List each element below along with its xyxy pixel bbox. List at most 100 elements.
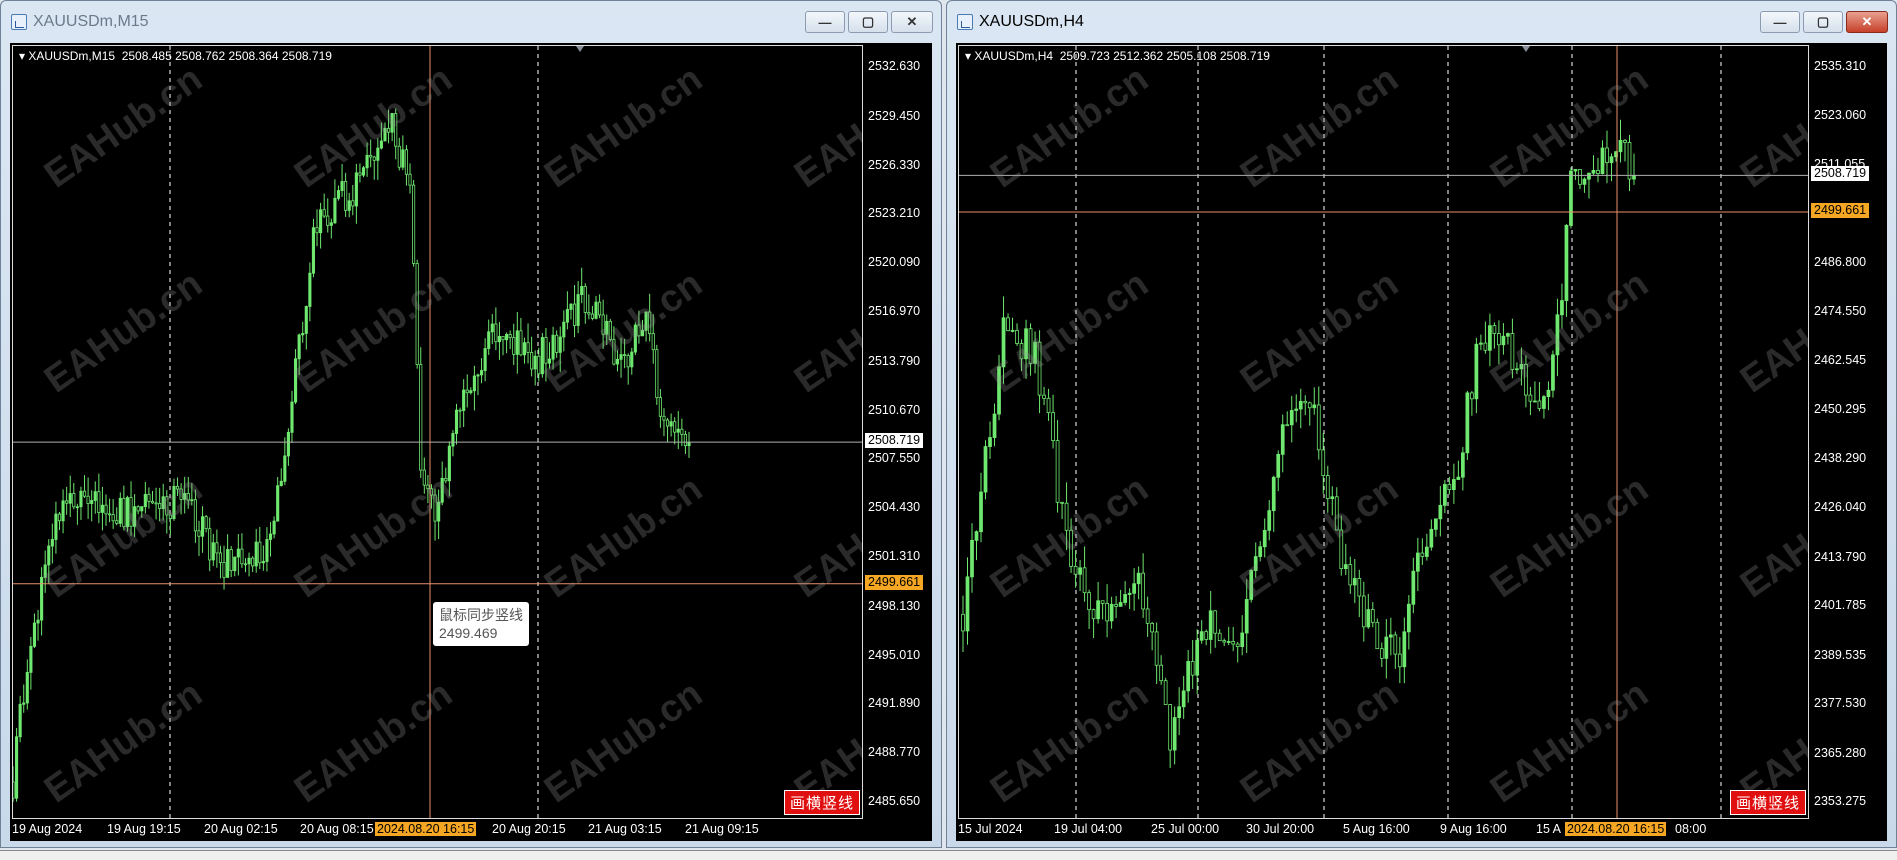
price-axis-label: 2474.550: [1814, 304, 1867, 319]
candle: [626, 355, 630, 368]
price-axis-label: 2389.535: [1814, 647, 1867, 662]
candle: [1226, 641, 1231, 643]
price-axis-label: 2523.210: [868, 206, 921, 221]
price-axis-label: 2520.090: [868, 255, 921, 270]
candle: [458, 409, 462, 412]
candle: [1352, 578, 1357, 586]
candle: [669, 421, 673, 427]
chart-area[interactable]: EAHub.cn EAHub.cn EAHub.cn EAHub.cn EAHub.cn…: [10, 43, 932, 841]
time-axis: 19 Aug 2024 19 Aug 19:15 20 Aug 02:15 20 Au…: [12, 822, 863, 840]
candle: [440, 477, 444, 503]
price-axis-label: 2353.275: [1814, 794, 1867, 808]
draw-lines-button[interactable]: 画横竖线: [1729, 790, 1806, 815]
candle: [386, 127, 391, 133]
candle: [36, 619, 40, 624]
candle: [1001, 317, 1006, 368]
chart-area[interactable]: EAHub.cn EAHub.cn EAHub.cn EAHub.cn EAHub.cn…: [956, 43, 1887, 841]
candle: [161, 496, 165, 509]
candle: [1096, 600, 1100, 620]
candle: [415, 262, 419, 366]
candle: [515, 330, 519, 355]
candle: [1240, 632, 1245, 648]
candle: [469, 390, 473, 394]
candle: [211, 542, 215, 561]
candle: [1028, 328, 1033, 364]
chart-plot[interactable]: EAHub.cn EAHub.cn EAHub.cn EAHub.cn EAHub.cn…: [12, 45, 863, 819]
candle: [419, 364, 423, 471]
candle: [143, 493, 147, 507]
candle: [279, 480, 283, 487]
close-button[interactable]: ✕: [891, 11, 933, 33]
candle: [304, 306, 308, 334]
candle: [1483, 342, 1488, 351]
candle: [1132, 583, 1136, 594]
candle: [154, 502, 158, 505]
candle: [1213, 610, 1218, 634]
candle: [1415, 552, 1420, 572]
candle: [1542, 396, 1546, 409]
candle: [1136, 572, 1141, 585]
candle: [544, 337, 548, 364]
candle: [476, 374, 480, 377]
candle: [311, 227, 316, 274]
price-axis-label: 2532.630: [868, 59, 921, 73]
candle: [551, 334, 555, 360]
candle: [1587, 172, 1591, 180]
candle: [104, 504, 108, 515]
candle: [673, 421, 677, 433]
candle: [61, 500, 65, 522]
candle: [172, 485, 176, 520]
minimize-button[interactable]: —: [805, 11, 845, 33]
price-axis-label: 2516.970: [868, 304, 921, 318]
candle: [351, 200, 355, 207]
candle: [1123, 594, 1127, 603]
chart-window-m15[interactable]: XAUUSDm,M15 — ▢ ✕ EAHub.cn EAHub.cn EAHub.…: [0, 0, 942, 848]
candle: [179, 488, 183, 500]
crosshair-time-label: 2024.08.20 16:15: [375, 822, 477, 836]
candle: [1082, 567, 1087, 594]
candle: [1384, 636, 1389, 659]
chart-window-h4[interactable]: XAUUSDm,H4 — ▢ ✕ EAHub.cn EAHub.cn EAHub.c…: [946, 0, 1897, 848]
candle: [261, 561, 265, 564]
candle: [125, 497, 130, 528]
candle: [961, 613, 965, 632]
candle: [376, 147, 380, 161]
candle: [490, 323, 494, 333]
candle: [1438, 504, 1443, 520]
price-axis-label: 2485.650: [868, 794, 921, 808]
title-bar[interactable]: XAUUSDm,H4 — ▢ ✕: [947, 1, 1896, 41]
candle: [390, 113, 394, 133]
candle: [494, 323, 498, 343]
candle: [1609, 156, 1614, 164]
candle: [640, 329, 645, 337]
tooltip-label: 鼠标同步竖线: [439, 606, 523, 623]
crosshair-time-label: 2024.08.20 16:15: [1565, 822, 1667, 836]
candle: [1154, 631, 1159, 666]
candle: [1114, 603, 1118, 607]
candle: [633, 324, 637, 353]
candle: [358, 172, 362, 176]
candle: [1262, 529, 1267, 548]
candle: [1033, 341, 1037, 364]
close-button[interactable]: ✕: [1846, 11, 1888, 33]
candle: [1289, 410, 1294, 426]
candle: [1420, 552, 1425, 557]
candle: [57, 513, 62, 522]
candle: [326, 215, 330, 226]
candle: [1222, 640, 1227, 643]
maximize-button[interactable]: ▢: [1803, 11, 1843, 33]
candle: [379, 140, 383, 149]
candle: [65, 500, 69, 504]
minimize-button[interactable]: —: [1760, 11, 1800, 33]
candle: [1397, 653, 1402, 668]
candle: [526, 342, 530, 353]
candle: [601, 314, 605, 335]
candle: [1357, 578, 1362, 597]
candle: [1573, 169, 1578, 172]
candle: [479, 370, 484, 376]
maximize-button[interactable]: ▢: [848, 11, 888, 33]
draw-lines-button[interactable]: 画横竖线: [783, 790, 860, 815]
chart-plot[interactable]: EAHub.cn EAHub.cn EAHub.cn EAHub.cn EAHub.cn…: [958, 45, 1809, 819]
candle: [18, 703, 22, 738]
title-bar[interactable]: XAUUSDm,M15 — ▢ ✕: [1, 1, 941, 41]
